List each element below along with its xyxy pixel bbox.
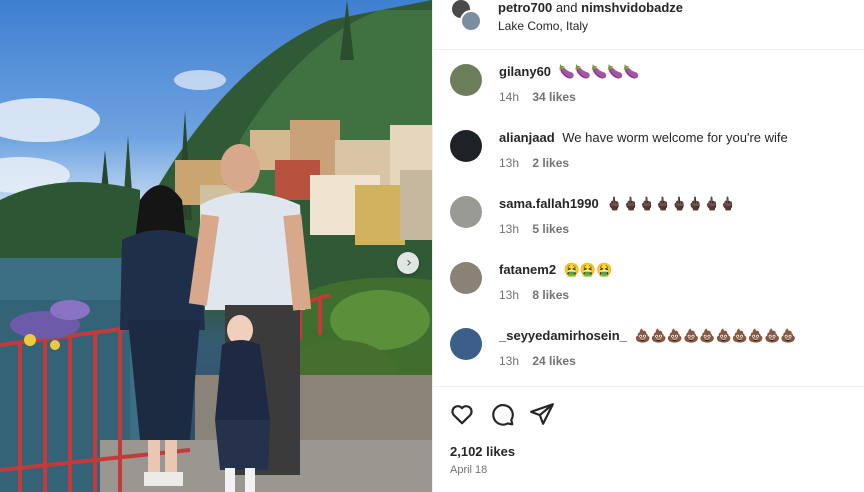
author-username-2[interactable]: nimshvidobadze [581, 0, 683, 15]
comment-likes[interactable]: 34 likes [532, 90, 575, 104]
comment-text-line: alianjaad We have worm welcome for you'r… [499, 130, 788, 145]
comment-item: fatanem2 🤮🤮🤮 13h 8 likes [433, 262, 864, 328]
avatar[interactable] [450, 328, 482, 360]
comment-time[interactable]: 13h [499, 222, 519, 236]
comment-item: sama.fallah1990 🖕🏿🖕🏿🖕🏿🖕🏿🖕🏿🖕🏿🖕🏿🖕🏿 13h 5 l… [433, 196, 864, 262]
comment-text-line: sama.fallah1990 🖕🏿🖕🏿🖕🏿🖕🏿🖕🏿🖕🏿🖕🏿🖕🏿 [499, 196, 736, 212]
comment-meta: 13h 24 likes [499, 354, 576, 368]
avatar[interactable] [460, 10, 482, 32]
collab-avatars[interactable] [450, 0, 484, 34]
avatar[interactable] [450, 196, 482, 228]
likes-count[interactable]: 2,102 likes [450, 444, 515, 459]
comment-icon[interactable] [489, 401, 515, 427]
post-actions: 2,102 likes April 18 [433, 386, 864, 492]
avatar[interactable] [450, 64, 482, 96]
post-authors: petro700 and nimshvidobadze [498, 0, 683, 15]
comment-time[interactable]: 13h [499, 354, 519, 368]
comment-text-line: _seyyedamirhosein_ 💩💩💩💩💩💩💩💩💩💩 [499, 328, 796, 344]
post-header: petro700 and nimshvidobadze Lake Como, I… [433, 0, 864, 50]
comment-username[interactable]: _seyyedamirhosein_ [499, 328, 627, 343]
post-date[interactable]: April 18 [450, 464, 487, 476]
comment-likes[interactable]: 5 likes [532, 222, 569, 236]
comment-text: 🍆🍆🍆🍆🍆 [558, 64, 640, 79]
chevron-right-icon: › [406, 255, 412, 271]
comment-item: gilany60 🍆🍆🍆🍆🍆 14h 34 likes [433, 64, 864, 130]
comment-text-line: fatanem2 🤮🤮🤮 [499, 262, 612, 278]
comment-time[interactable]: 13h [499, 156, 519, 170]
post-sidebar: petro700 and nimshvidobadze Lake Como, I… [432, 0, 864, 492]
avatar[interactable] [450, 130, 482, 162]
comment-time[interactable]: 14h [499, 90, 519, 104]
comment-meta: 13h 5 likes [499, 222, 569, 236]
author-conjunction: and [555, 0, 578, 15]
heart-icon[interactable] [449, 401, 475, 427]
comment-item: alianjaad We have worm welcome for you'r… [433, 130, 864, 196]
post-photo[interactable]: › [0, 0, 432, 492]
comment-likes[interactable]: 8 likes [532, 288, 569, 302]
comment-time[interactable]: 13h [499, 288, 519, 302]
comment-username[interactable]: sama.fallah1990 [499, 196, 599, 211]
comment-likes[interactable]: 24 likes [532, 354, 575, 368]
comment-username[interactable]: alianjaad [499, 130, 555, 145]
comment-text-line: gilany60 🍆🍆🍆🍆🍆 [499, 64, 640, 80]
comment-text: 💩💩💩💩💩💩💩💩💩💩 [634, 328, 797, 343]
comment-meta: 13h 8 likes [499, 288, 569, 302]
comment-username[interactable]: gilany60 [499, 64, 551, 79]
comment-text: 🤮🤮🤮 [563, 262, 613, 277]
carousel-next-button[interactable]: › [397, 252, 419, 274]
comment-likes[interactable]: 2 likes [532, 156, 569, 170]
post-location[interactable]: Lake Como, Italy [498, 19, 588, 33]
comment-meta: 13h 2 likes [499, 156, 569, 170]
comment-item: _seyyedamirhosein_ 💩💩💩💩💩💩💩💩💩💩 13h 24 lik… [433, 328, 864, 394]
comment-username[interactable]: fatanem2 [499, 262, 556, 277]
comment-text: We have worm welcome for you're wife [562, 130, 788, 145]
comment-meta: 14h 34 likes [499, 90, 576, 104]
comment-text: 🖕🏿🖕🏿🖕🏿🖕🏿🖕🏿🖕🏿🖕🏿🖕🏿 [606, 196, 736, 211]
avatar[interactable] [450, 262, 482, 294]
send-icon[interactable] [529, 401, 555, 427]
photo-scene [0, 0, 432, 492]
author-username-1[interactable]: petro700 [498, 0, 552, 15]
